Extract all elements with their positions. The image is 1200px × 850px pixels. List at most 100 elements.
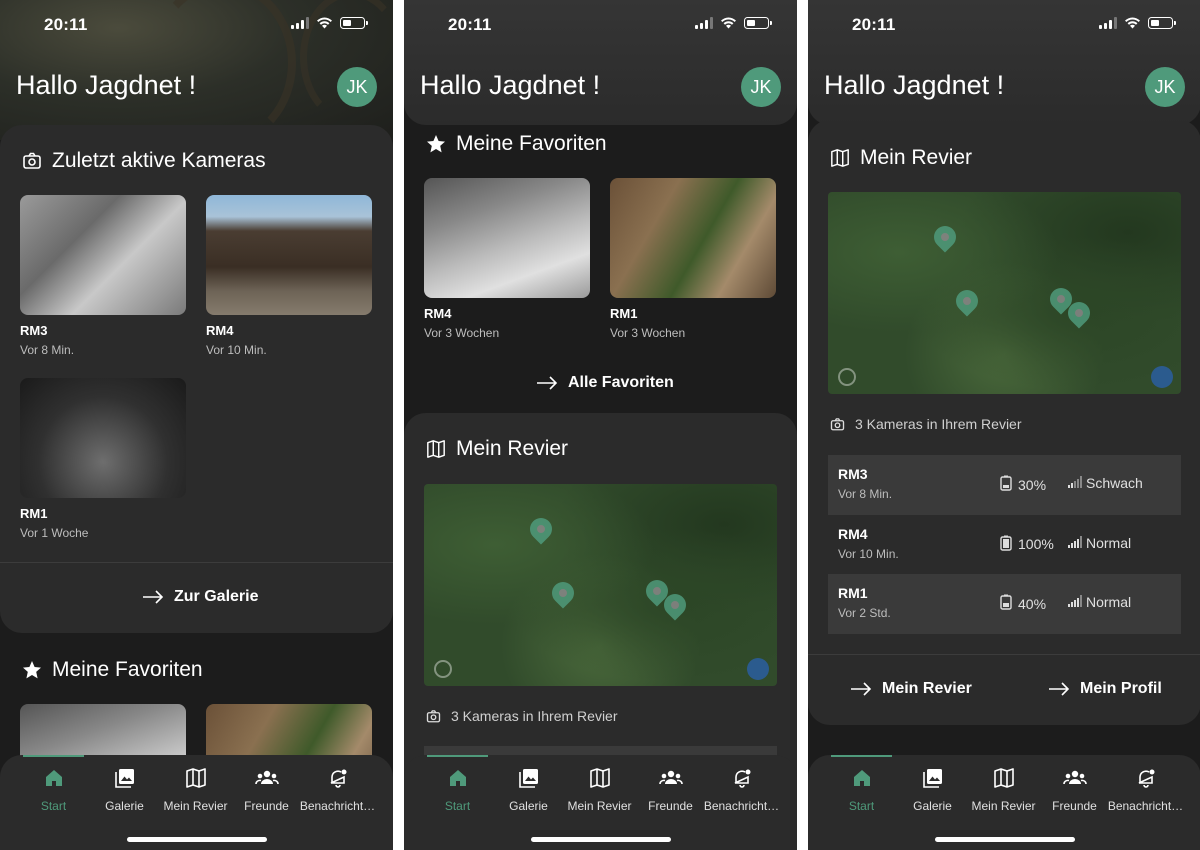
tab-benachrichtigungen[interactable]: Benachricht…: [704, 755, 779, 825]
mein-profil-link[interactable]: Mein Profil: [1048, 680, 1162, 698]
battery-status: 30%: [1000, 475, 1046, 494]
recent-cameras-card: Zuletzt aktive Kameras RM3 Vor 8 Min. RM…: [0, 125, 393, 633]
tab-bar: Start Galerie Mein Revier Freunde Benach…: [0, 755, 393, 850]
map-icon: [830, 148, 850, 168]
camera-name: RM1: [20, 506, 48, 521]
map-pin[interactable]: [929, 221, 961, 253]
camera-thumbnail-rm1[interactable]: [20, 378, 186, 498]
recent-cameras-title: Zuletzt aktive Kameras: [52, 149, 266, 172]
tab-benachrichtigungen[interactable]: Benachricht…: [1108, 755, 1183, 825]
map-pin[interactable]: [951, 285, 983, 317]
revier-map[interactable]: [828, 192, 1181, 394]
tab-galerie[interactable]: Galerie: [89, 755, 160, 825]
cellular-signal-icon: [1099, 17, 1117, 29]
camera-name: RM4: [424, 306, 452, 321]
list-item[interactable]: RM3 Vor 8 Min. 30% Schwach: [828, 455, 1181, 515]
list-item[interactable]: RM4 Vor 10 Min. 100% Normal: [828, 515, 1181, 575]
tab-start[interactable]: Start: [826, 755, 897, 825]
map-info-icon[interactable]: [747, 658, 769, 680]
revier-card: Mein Revier 3 Kameras in Ihrem Revier RM…: [808, 120, 1200, 725]
camera-name: RM4: [838, 525, 868, 542]
tab-start[interactable]: Start: [18, 755, 89, 825]
tab-freunde[interactable]: Freunde: [231, 755, 302, 825]
favorite-thumbnail-rm1[interactable]: [610, 178, 776, 298]
mein-revier-link[interactable]: Mein Revier: [850, 680, 972, 698]
home-icon: [851, 767, 873, 791]
signal-status: Normal: [1068, 594, 1131, 610]
avatar[interactable]: JK: [741, 67, 781, 107]
tab-start[interactable]: Start: [422, 755, 493, 825]
battery-level-icon: [1000, 475, 1012, 494]
bell-icon: [731, 767, 753, 791]
tab-label: Mein Revier: [163, 799, 228, 813]
avatar[interactable]: JK: [337, 67, 377, 107]
signal-status: Normal: [1068, 535, 1131, 551]
home-icon: [43, 767, 65, 791]
friends-icon: [254, 767, 279, 791]
signal-label: Schwach: [1086, 475, 1143, 491]
tab-label: Galerie: [105, 799, 144, 813]
tab-freunde[interactable]: Freunde: [635, 755, 706, 825]
map-pin[interactable]: [525, 513, 557, 545]
home-indicator[interactable]: [126, 837, 267, 842]
camera-last-active: Vor 2 Std.: [838, 606, 891, 620]
camera-icon: [22, 151, 42, 171]
list-item[interactable]: RM1 Vor 2 Std. 40% Normal: [828, 574, 1181, 634]
map-icon: [589, 767, 611, 791]
home-indicator[interactable]: [530, 837, 671, 842]
camera-thumbnail-rm3[interactable]: [20, 195, 186, 315]
tab-benachrichtigungen[interactable]: Benachricht…: [300, 755, 375, 825]
camera-name: RM1: [838, 585, 868, 601]
avatar[interactable]: JK: [1145, 67, 1185, 107]
tab-label: Mein Revier: [567, 799, 632, 813]
wifi-icon: [317, 17, 332, 29]
tab-label: Freunde: [244, 799, 289, 813]
tab-bar: Start Galerie Mein Revier Freunde Benach…: [808, 755, 1200, 850]
camera-icon: [830, 417, 845, 432]
favorites-title: Meine Favoriten: [456, 132, 607, 155]
map-pin[interactable]: [547, 577, 579, 609]
tab-galerie[interactable]: Galerie: [897, 755, 968, 825]
star-icon: [426, 134, 446, 154]
arrow-right-icon: [536, 376, 558, 390]
cameras-in-revier: 3 Kameras in Ihrem Revier: [426, 708, 618, 724]
camera-name: RM3: [20, 323, 48, 338]
battery-icon: [744, 17, 772, 29]
bell-icon: [1135, 767, 1157, 791]
tab-label: Start: [848, 799, 875, 813]
to-gallery-link[interactable]: Zur Galerie: [142, 588, 258, 606]
map-info-icon[interactable]: [1151, 366, 1173, 388]
camera-last-active: Vor 10 Min.: [838, 546, 899, 561]
map-icon: [185, 767, 207, 791]
bell-icon: [327, 767, 349, 791]
battery-percent: 40%: [1018, 595, 1047, 612]
cellular-signal-icon: [695, 17, 713, 29]
battery-percent: 100%: [1018, 536, 1054, 552]
tab-mein-revier[interactable]: Mein Revier: [968, 755, 1039, 825]
camera-thumbnail-rm4[interactable]: [206, 195, 372, 315]
battery-icon: [340, 17, 368, 29]
revier-map[interactable]: [424, 484, 777, 686]
gallery-icon: [114, 767, 136, 791]
camera-last-active: Vor 1 Woche: [20, 526, 89, 540]
tab-mein-revier[interactable]: Mein Revier: [160, 755, 231, 825]
tab-freunde[interactable]: Freunde: [1039, 755, 1110, 825]
battery-icon: [1148, 17, 1176, 29]
camera-name: RM1: [610, 306, 638, 321]
tab-mein-revier[interactable]: Mein Revier: [564, 755, 635, 825]
favorites-heading: Meine Favoriten: [426, 132, 607, 156]
tab-label: Start: [444, 799, 471, 813]
signal-label: Normal: [1086, 534, 1132, 551]
signal-label: Normal: [1086, 594, 1132, 610]
battery-status: 100%: [1000, 535, 1054, 554]
friends-icon: [1062, 767, 1087, 791]
tab-label: Freunde: [1052, 799, 1097, 813]
favorites-heading: Meine Favoriten: [22, 658, 203, 682]
revier-heading: Mein Revier: [830, 146, 972, 170]
cameras-in-revier: 3 Kameras in Ihrem Revier: [830, 416, 1022, 432]
favorite-thumbnail-rm4[interactable]: [424, 178, 590, 298]
tab-galerie[interactable]: Galerie: [493, 755, 564, 825]
mapbox-logo: [434, 660, 452, 678]
home-indicator[interactable]: [934, 837, 1075, 842]
all-favorites-link[interactable]: Alle Favoriten: [536, 374, 674, 392]
